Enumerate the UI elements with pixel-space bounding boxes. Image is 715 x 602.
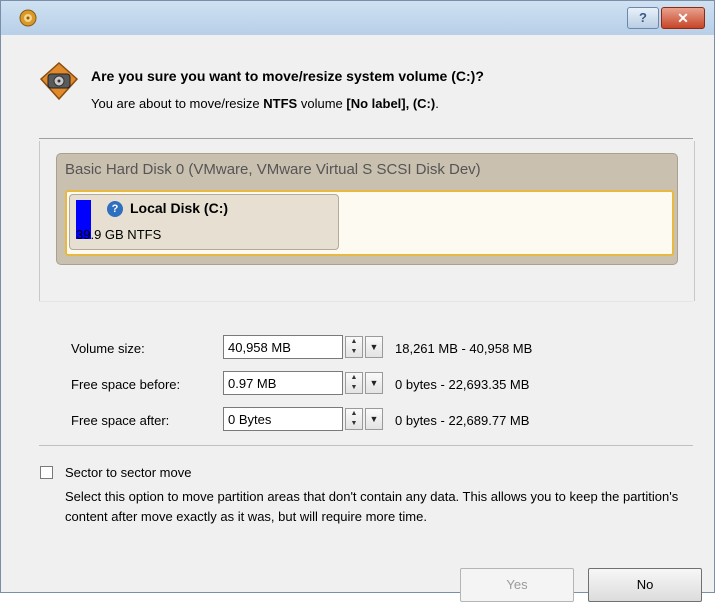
yes-button[interactable]: Yes (460, 568, 574, 602)
volume-size-spinner[interactable]: ▲ ▼ (345, 336, 363, 358)
disk-box: Basic Hard Disk 0 (VMware, VMware Virtua… (56, 153, 678, 265)
spin-up-icon[interactable]: ▲ (346, 373, 362, 383)
app-logo-icon (19, 9, 37, 27)
help-button[interactable]: ? (627, 7, 659, 29)
free-before-input[interactable]: 0.97 MB (223, 371, 343, 395)
panel-bottom-line (39, 301, 693, 302)
disk-map-panel: Basic Hard Disk 0 (VMware, VMware Virtua… (39, 141, 695, 301)
volume-size-input[interactable]: 40,958 MB (223, 335, 343, 359)
close-button[interactable]: ✕ (661, 7, 705, 29)
free-after-unit-dropdown[interactable]: ▼ (365, 408, 383, 430)
sector-move-label[interactable]: Sector to sector move (65, 465, 191, 480)
spin-up-icon[interactable]: ▲ (346, 337, 362, 347)
middle-separator (39, 445, 693, 446)
subtext-suffix: . (435, 96, 439, 111)
free-before-range: 0 bytes - 22,693.35 MB (395, 377, 530, 392)
confirm-subtext: You are about to move/resize NTFS volume… (91, 96, 439, 111)
partition-size: 39.9 GB NTFS (76, 227, 162, 242)
free-before-spinner[interactable]: ▲ ▼ (345, 372, 363, 394)
spin-down-icon[interactable]: ▼ (346, 419, 362, 429)
disk-partition-area[interactable]: ? Local Disk (C:) 39.9 GB NTFS (65, 190, 674, 256)
top-separator (39, 138, 693, 139)
disk-title: Basic Hard Disk 0 (VMware, VMware Virtua… (65, 161, 481, 178)
fs-type: NTFS (263, 96, 298, 111)
sector-move-description: Select this option to move partition are… (65, 489, 679, 524)
volume-size-range: 18,261 MB - 40,958 MB (395, 341, 533, 356)
partition-c-block[interactable]: ? Local Disk (C:) 39.9 GB NTFS (69, 194, 339, 250)
volume-label: [No label], (C:) (346, 96, 436, 111)
partition-name: Local Disk (C:) (130, 200, 229, 216)
volume-size-unit-dropdown[interactable]: ▼ (365, 336, 383, 358)
dialog-content: Are you sure you want to move/resize sys… (9, 35, 706, 602)
subtext-prefix: You are about to move/resize (91, 96, 260, 111)
dialog-window: ? ✕ Are you sure you want to move/resize… (0, 0, 715, 602)
spin-down-icon[interactable]: ▼ (346, 383, 362, 393)
spin-up-icon[interactable]: ▲ (346, 409, 362, 419)
subtext-mid: volume (300, 96, 343, 111)
title-bar: ? ✕ (1, 1, 714, 35)
spin-down-icon[interactable]: ▼ (346, 347, 362, 357)
free-after-label: Free space after: (71, 413, 170, 428)
free-after-input[interactable]: 0 Bytes (223, 407, 343, 431)
free-before-label: Free space before: (71, 377, 181, 392)
sector-move-checkbox[interactable] (40, 466, 53, 479)
disk-warning-icon (39, 61, 79, 101)
no-button[interactable]: No (588, 568, 702, 602)
free-after-range: 0 bytes - 22,689.77 MB (395, 413, 530, 428)
confirm-question: Are you sure you want to move/resize sys… (91, 68, 484, 84)
volume-size-label: Volume size: (71, 341, 145, 356)
free-before-unit-dropdown[interactable]: ▼ (365, 372, 383, 394)
info-icon: ? (107, 201, 123, 217)
free-after-spinner[interactable]: ▲ ▼ (345, 408, 363, 430)
